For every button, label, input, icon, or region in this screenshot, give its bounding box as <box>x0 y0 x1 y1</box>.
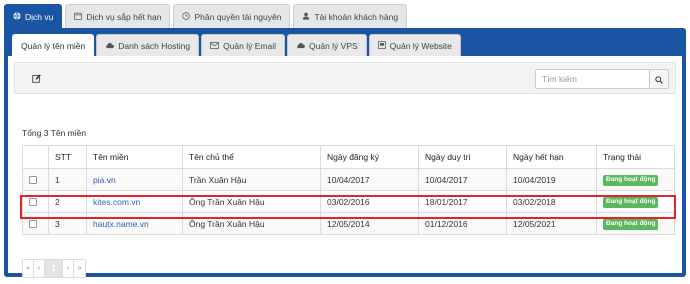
tab-label: Dịch vụ sắp hết hạn <box>86 11 162 22</box>
status-badge: Đang hoạt động <box>603 175 659 186</box>
status-cell: Đang hoạt động <box>596 190 675 213</box>
status-badge: Đang hoạt động <box>603 197 659 208</box>
first-page-button[interactable]: « <box>23 260 34 277</box>
registered-cell: 03/02/2016 <box>320 190 419 213</box>
last-page-button[interactable]: » <box>74 260 85 277</box>
header-domain: Tên miền <box>86 145 183 169</box>
tab-label: Danh sách Hosting <box>118 40 191 51</box>
header-maintained: Ngày duy trì <box>418 145 507 169</box>
header-select <box>22 145 49 169</box>
pagination: « ‹ 1 › » <box>22 259 86 278</box>
search-button[interactable] <box>649 69 669 89</box>
expires-cell: 03/02/2018 <box>506 190 597 213</box>
domain-link[interactable]: kites.com.vn <box>93 197 140 207</box>
prev-page-button[interactable]: ‹ <box>34 260 45 277</box>
tab-vps-management[interactable]: Quản lý VPS <box>287 34 367 56</box>
row-select-cell <box>22 190 49 213</box>
window-icon <box>377 40 386 51</box>
domain-panel: Tổng 3 Tên miền STT Tên miền Tên chủ thể… <box>8 56 682 278</box>
maintained-cell: 01/12/2016 <box>418 212 507 235</box>
domain-cell: hautx.name.vn <box>86 212 183 235</box>
top-tab-bar: Dịch vụ Dịch vụ sắp hết hạn Phân quyền t… <box>4 4 408 28</box>
stt-cell: 2 <box>48 190 87 213</box>
domain-link[interactable]: hautx.name.vn <box>93 219 149 229</box>
table-row: 3 hautx.name.vn Ông Trần Xuân Hậu 12/05/… <box>22 212 675 235</box>
globe-icon <box>13 11 21 22</box>
services-frame: Quản lý tên miền Danh sách Hosting Quản … <box>4 28 686 278</box>
tab-label: Tài khoản khách hàng <box>314 11 399 22</box>
domain-cell: kites.com.vn <box>86 190 183 213</box>
maintained-cell: 10/04/2017 <box>418 168 507 191</box>
search-input[interactable] <box>535 69 649 89</box>
tab-customer-accounts[interactable]: Tài khoản khách hàng <box>293 4 408 28</box>
next-page-button[interactable]: › <box>63 260 74 277</box>
pencil-icon <box>31 73 41 85</box>
search-box <box>535 69 669 89</box>
cloud-icon <box>105 41 115 51</box>
tab-expiring-services[interactable]: Dịch vụ sắp hết hạn <box>65 4 171 28</box>
cloud-icon <box>296 41 305 51</box>
tab-label: Quản lý Website <box>389 40 452 51</box>
status-badge: Đang hoạt động <box>603 219 659 230</box>
registered-cell: 12/05/2014 <box>320 212 419 235</box>
tab-domain-management[interactable]: Quản lý tên miền <box>12 34 95 56</box>
row-checkbox[interactable] <box>29 220 37 229</box>
tab-resource-permissions[interactable]: Phân quyền tài nguyên <box>173 4 291 28</box>
expires-cell: 10/04/2019 <box>506 168 597 191</box>
expires-cell: 12/05/2021 <box>506 212 597 235</box>
status-cell: Đang hoạt động <box>596 212 675 235</box>
tab-hosting-list[interactable]: Danh sách Hosting <box>96 34 200 56</box>
stt-cell: 3 <box>48 212 87 235</box>
maintained-cell: 18/01/2017 <box>418 190 507 213</box>
header-owner: Tên chủ thể <box>182 145 321 169</box>
search-icon <box>655 72 663 87</box>
tab-website-management[interactable]: Quản lý Website <box>368 34 461 56</box>
table-row: 1 pia.vn Trần Xuân Hậu 10/04/2017 10/04/… <box>22 168 675 191</box>
calendar-icon <box>74 12 83 22</box>
tab-label: Quản lý VPS <box>309 40 358 51</box>
row-select-cell <box>22 168 49 191</box>
sub-tab-bar: Quản lý tên miền Danh sách Hosting Quản … <box>12 34 461 56</box>
owner-cell: Ông Trần Xuân Hậu <box>182 190 321 213</box>
toolbar <box>14 62 676 94</box>
domain-link[interactable]: pia.vn <box>93 175 116 185</box>
row-select-cell <box>22 212 49 235</box>
envelope-icon <box>210 41 220 51</box>
domain-cell: pia.vn <box>86 168 183 191</box>
domain-count: Tổng 3 Tên miền <box>22 128 87 138</box>
owner-cell: Ông Trần Xuân Hậu <box>182 212 321 235</box>
status-cell: Đang hoạt động <box>596 168 675 191</box>
domain-table: STT Tên miền Tên chủ thể Ngày đăng ký Ng… <box>22 145 675 235</box>
header-status: Trạng thái <box>596 145 675 169</box>
tab-label: Phân quyền tài nguyên <box>194 11 282 22</box>
table-row: 2 kites.com.vn Ông Trần Xuân Hậu 03/02/2… <box>22 190 675 213</box>
tab-email-management[interactable]: Quản lý Email <box>201 34 286 56</box>
current-page[interactable]: 1 <box>45 260 63 277</box>
tab-label: Quản lý tên miền <box>21 40 86 51</box>
registered-cell: 10/04/2017 <box>320 168 419 191</box>
header-stt: STT <box>48 145 87 169</box>
clock-icon <box>182 11 191 22</box>
tab-label: Quản lý Email <box>223 40 277 51</box>
stt-cell: 1 <box>48 168 87 191</box>
row-checkbox[interactable] <box>29 176 37 185</box>
tab-label: Dịch vụ <box>25 11 54 22</box>
tab-services[interactable]: Dịch vụ <box>4 4 63 28</box>
header-expires: Ngày hết hạn <box>506 145 597 169</box>
owner-cell: Trần Xuân Hậu <box>182 168 321 191</box>
table-header-row: STT Tên miền Tên chủ thể Ngày đăng ký Ng… <box>22 145 675 169</box>
row-checkbox[interactable] <box>29 198 37 207</box>
header-registered: Ngày đăng ký <box>320 145 419 169</box>
edit-button[interactable] <box>29 72 43 86</box>
user-icon <box>302 12 310 22</box>
